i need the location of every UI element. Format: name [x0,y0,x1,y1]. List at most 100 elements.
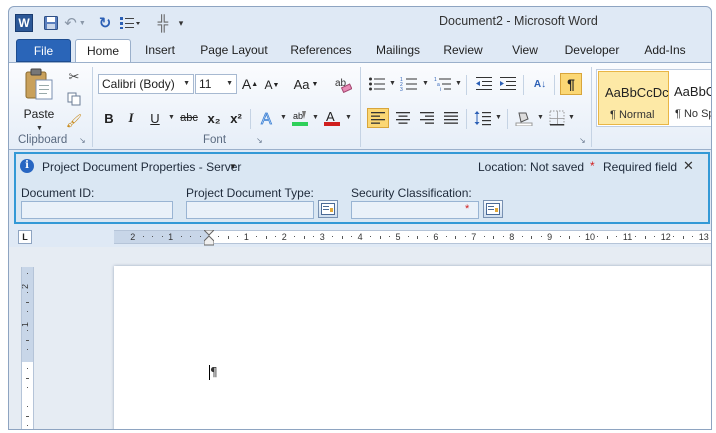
chevron-down-icon[interactable]: ▼ [229,162,237,171]
paste-dropdown-icon[interactable]: ▼ [36,125,43,132]
ruler-tick [370,236,371,237]
tab-review[interactable]: Review [435,39,491,62]
paste-icon[interactable] [21,67,57,101]
copy-icon[interactable] [65,91,83,107]
clear-formatting-icon[interactable]: ab [333,74,353,94]
ruler-tick [446,236,447,237]
ruler-number: 3 [319,232,325,242]
ruler-tick [27,311,28,312]
document-workspace: 21 ¶ [9,247,711,429]
font-name-combobox[interactable]: Calibri (Body) ▼ [98,74,194,94]
paragraph-launcher-icon[interactable]: ↘ [579,136,588,145]
ruler-number: 8 [509,232,515,242]
font-color-dropdown-icon[interactable]: ▼ [345,114,352,121]
tab-references[interactable]: References [281,39,361,62]
shading-icon[interactable] [513,108,535,128]
tab-stop-selector[interactable]: L [18,230,32,244]
multilevel-dropdown-icon[interactable]: ▼ [455,80,462,87]
superscript-button[interactable]: x² [227,109,245,127]
tab-view[interactable]: View [503,39,547,62]
dip-title[interactable]: Project Document Properties - Server [42,160,241,174]
underline-button[interactable]: U [147,109,163,127]
shading-dropdown-icon[interactable]: ▼ [537,114,544,121]
sort-icon[interactable]: A↓ [529,75,551,93]
increase-indent-icon[interactable] [498,75,518,93]
strikethrough-button[interactable]: abc [177,109,201,127]
project-document-type-field[interactable] [186,201,314,219]
font-color-icon[interactable]: A [322,108,342,128]
ruler-tick [493,236,494,239]
tab-home[interactable]: Home [75,39,131,62]
tab-developer[interactable]: Developer [557,39,627,62]
ruler-top-margin [22,267,33,362]
project-document-type-browse-button[interactable] [318,200,338,218]
group-separator [591,67,592,147]
bullets-icon[interactable] [367,75,387,93]
svg-text:ab: ab [293,111,303,121]
undo-icon[interactable]: ↶ ▼ [64,14,86,32]
word-icon[interactable]: W [15,14,33,32]
chevron-down-icon[interactable]: ▼ [183,80,190,87]
text-effects-dropdown-icon[interactable]: ▼ [280,114,287,121]
close-icon[interactable]: ✕ [683,158,694,174]
chevron-down-icon[interactable]: ▼ [226,80,233,87]
numbering-dropdown-icon[interactable]: ▼ [422,80,429,87]
security-classification-browse-button[interactable] [483,200,503,218]
multilevel-list-icon[interactable]: 1ai [433,75,453,93]
text-effects-icon[interactable]: A [258,108,278,128]
line-spacing-dropdown-icon[interactable]: ▼ [495,114,502,121]
required-star: * [590,159,595,173]
change-case-button[interactable]: Aa ▼ [291,75,321,93]
decrease-indent-icon[interactable] [474,75,494,93]
ruler-tick [427,236,428,237]
bold-button[interactable]: B [101,109,117,127]
security-classification-field[interactable] [351,201,479,219]
font-launcher-icon[interactable]: ↘ [256,136,265,145]
align-left-button[interactable] [367,108,389,128]
format-painter-icon[interactable]: 🖌 [65,113,83,129]
paste-button-label[interactable]: Paste [19,107,59,121]
redo-icon[interactable]: ↻ [97,14,113,32]
borders-icon[interactable] [547,108,567,128]
document-id-field[interactable] [21,201,173,219]
ruler-tick [389,236,390,237]
style-no-spacing[interactable]: AaBbCc ¶ No Sp [671,71,711,125]
highlight-icon[interactable]: ab [290,108,310,128]
tab-mailings[interactable]: Mailings [365,39,431,62]
borders-dropdown-icon[interactable]: ▼ [568,114,575,121]
clipboard-launcher-icon[interactable]: ↘ [79,136,88,145]
grow-font-button[interactable]: A ▲ [241,75,259,93]
underline-dropdown-icon[interactable]: ▼ [168,114,175,121]
ruler-tick [27,349,28,350]
subscript-button[interactable]: x₂ [205,109,223,127]
bullets-dropdown-icon[interactable]: ▼ [389,80,396,87]
font-name-value: Calibri (Body) [102,77,175,91]
draw-table-icon[interactable]: ╬ [155,14,171,32]
show-formatting-marks-button[interactable]: ¶ [560,73,582,95]
italic-button[interactable]: I [123,109,139,127]
vertical-ruler[interactable]: 21 [21,267,34,429]
document-page[interactable]: ¶ [114,266,711,429]
ribbon-tabs: File Home Insert Page Layout References … [9,37,711,62]
save-icon[interactable] [43,14,59,32]
align-center-button[interactable] [392,108,414,128]
indent-marker-icon[interactable] [202,229,216,246]
tab-file[interactable]: File [16,39,71,62]
customize-qat-icon[interactable]: ▾ [175,14,187,32]
style-normal[interactable]: AaBbCcDc ¶ Normal [598,71,669,125]
align-right-button[interactable] [416,108,438,128]
tab-add-ins[interactable]: Add-Ins [635,39,695,62]
ruler-tick [541,236,542,237]
numbering-icon[interactable]: 123 [399,75,419,93]
tab-insert[interactable]: Insert [135,39,185,62]
ruler-tick [256,236,257,237]
bullets-qat-icon[interactable] [119,14,141,32]
highlight-dropdown-icon[interactable]: ▼ [312,114,319,121]
shrink-font-button[interactable]: A ▼ [263,76,281,94]
cut-icon[interactable]: ✂ [65,69,83,85]
line-spacing-icon[interactable] [472,108,494,128]
tab-page-layout[interactable]: Page Layout [191,39,277,62]
font-size-combobox[interactable]: 11 ▼ [195,74,237,94]
ruler-tick [579,236,580,237]
justify-button[interactable] [440,108,462,128]
